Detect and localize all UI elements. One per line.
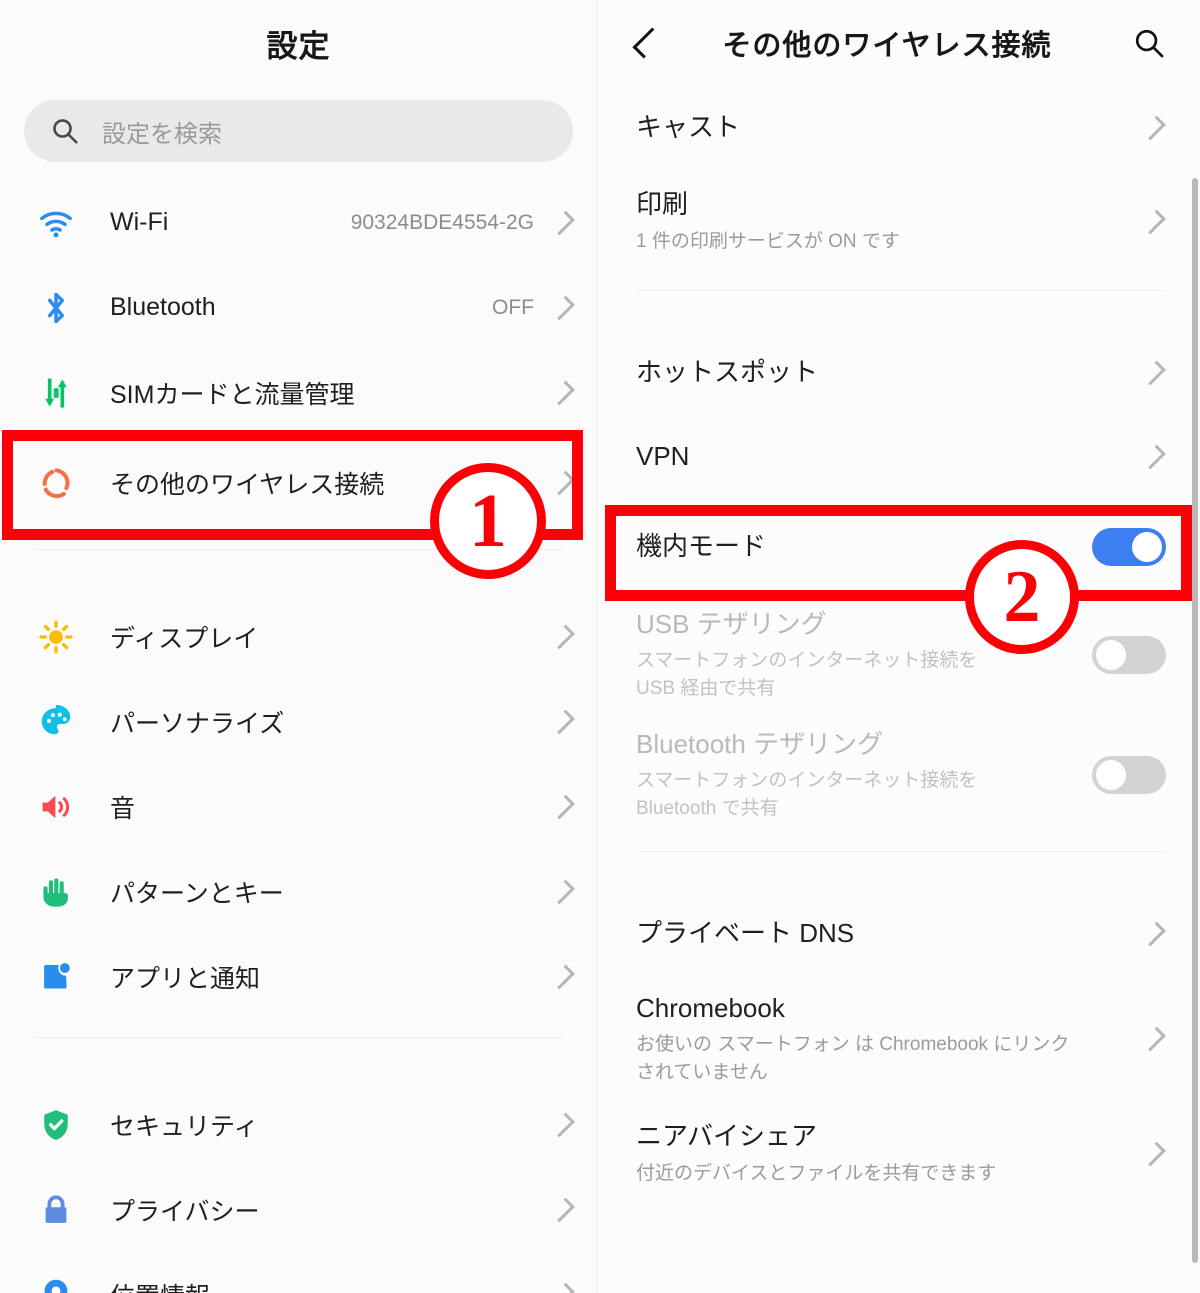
sidebar-item-privacy[interactable]: プライバシー	[0, 1167, 597, 1252]
list-item-bluetooth-tethering: Bluetooth テザリング スマートフォンのインターネット接続を Bluet…	[598, 715, 1200, 835]
other-wireless-connections-panel: その他のワイヤレス接続 キャスト 印刷 1 件の印刷サービスが ON です ホッ…	[597, 0, 1200, 1293]
bluetooth-state: OFF	[492, 295, 534, 319]
location-pin-icon	[34, 1273, 78, 1293]
search-input-placeholder[interactable]: 設定を検索	[102, 114, 222, 149]
list-item-title: Chromebook	[636, 992, 785, 1023]
pattern-key-hand-icon	[34, 870, 78, 914]
sidebar-item-display[interactable]: ディスプレイ	[0, 594, 597, 679]
sidebar-item-label: Bluetooth	[110, 293, 216, 321]
list-item-nearby-share[interactable]: ニアバイシェア 付近のデバイスとファイルを共有できます	[598, 1102, 1200, 1206]
list-item-private-dns[interactable]: プライベート DNS	[598, 892, 1200, 976]
page-title: 設定	[266, 28, 331, 64]
list-item-usb-tethering: USB テザリング スマートフォンのインターネット接続を USB 経由で共有	[598, 595, 1200, 715]
annotation-step-badge-1: 1	[430, 463, 546, 579]
usb-tethering-toggle	[1092, 636, 1166, 674]
sidebar-item-security[interactable]: セキュリティ	[0, 1082, 597, 1167]
display-brightness-icon	[34, 615, 78, 659]
chevron-right-icon	[550, 210, 575, 235]
toggle-knob	[1096, 640, 1126, 670]
tutorial-screenshot: 設定 設定を検索 Wi-Fi 90324BDE4554-2G Bluetooth…	[0, 0, 1200, 1293]
list-item-subtitle: 1 件の印刷サービスが ON です	[636, 231, 900, 253]
list-item-subtitle: 付近のデバイスとファイルを共有できます	[636, 1163, 997, 1185]
sidebar-item-apps-notifications[interactable]: アプリと通知	[0, 934, 597, 1019]
list-item-subtitle: スマートフォンのインターネット接続を Bluetooth で共有	[636, 770, 978, 819]
list-item-vpn[interactable]: VPN	[598, 415, 1200, 499]
sidebar-item-sound[interactable]: 音	[0, 764, 597, 849]
list-item-chromebook[interactable]: Chromebook お使いの スマートフォン は Chromebook にリン…	[598, 976, 1200, 1102]
chevron-right-icon	[550, 295, 575, 320]
sidebar-item-label: ディスプレイ	[110, 624, 259, 653]
sidebar-item-label: セキュリティ	[110, 1112, 259, 1141]
sim-data-icon	[34, 371, 78, 415]
sidebar-item-label: アプリと通知	[110, 964, 261, 993]
search-icon[interactable]	[1132, 26, 1166, 60]
apps-notifications-icon	[34, 955, 78, 999]
sidebar-item-wifi[interactable]: Wi-Fi 90324BDE4554-2G	[0, 180, 597, 265]
detail-page-title: その他のワイヤレス接続	[722, 30, 1052, 62]
sidebar-item-bluetooth[interactable]: Bluetooth OFF	[0, 265, 597, 350]
sidebar-item-sim[interactable]: SIMカードと流量管理	[0, 350, 597, 435]
sidebar-item-label: SIMカードと流量管理	[110, 380, 355, 409]
section-divider	[636, 290, 1166, 291]
detail-header: その他のワイヤレス接続	[598, 0, 1200, 86]
sidebar-item-label: パターンとキー	[110, 879, 284, 908]
sidebar-item-personalize[interactable]: パーソナライズ	[0, 679, 597, 764]
toggle-knob	[1096, 760, 1126, 790]
list-item-print[interactable]: 印刷 1 件の印刷サービスが ON です	[598, 170, 1200, 274]
list-item-title: 印刷	[636, 189, 689, 220]
list-item-hotspot[interactable]: ホットスポット	[598, 331, 1200, 415]
privacy-lock-icon	[34, 1188, 78, 1232]
settings-header: 設定	[0, 0, 597, 86]
search-settings-bar[interactable]: 設定を検索	[24, 100, 573, 162]
sound-speaker-icon	[34, 785, 78, 829]
section-divider	[34, 1037, 563, 1038]
sidebar-item-label: プライバシー	[110, 1197, 260, 1226]
wifi-network-name: 90324BDE4554-2G	[350, 210, 534, 234]
sidebar-item-location[interactable]: 位置情報	[0, 1252, 597, 1293]
sidebar-item-label: Wi-Fi	[110, 208, 169, 236]
wifi-icon	[34, 201, 78, 245]
list-item-title: Bluetooth テザリング	[636, 728, 884, 759]
sidebar-item-label: パーソナライズ	[110, 709, 285, 738]
sidebar-item-label: 位置情報	[110, 1277, 556, 1293]
annotation-highlight-box-step-2	[605, 505, 1192, 601]
list-item-subtitle: お使いの スマートフォン は Chromebook にリンク されていません	[636, 1034, 1070, 1083]
annotation-step-badge-2: 2	[965, 540, 1079, 654]
list-item-title: プライベート DNS	[636, 918, 855, 949]
search-icon	[50, 116, 80, 146]
bluetooth-tethering-toggle	[1092, 756, 1166, 794]
list-item-title: VPN	[636, 441, 690, 472]
list-item-title: ニアバイシェア	[636, 1121, 817, 1152]
section-divider	[636, 851, 1166, 852]
sidebar-item-label: 音	[110, 794, 136, 823]
security-shield-icon	[34, 1103, 78, 1147]
list-item-subtitle: スマートフォンのインターネット接続を USB 経由で共有	[636, 650, 978, 699]
list-item-title: キャスト	[636, 112, 741, 143]
personalize-palette-icon	[34, 700, 78, 744]
list-item-cast[interactable]: キャスト	[598, 86, 1200, 170]
bluetooth-icon	[34, 286, 78, 330]
list-item-title: ホットスポット	[636, 357, 819, 388]
settings-panel: 設定 設定を検索 Wi-Fi 90324BDE4554-2G Bluetooth…	[0, 0, 597, 1293]
sidebar-item-pattern-key[interactable]: パターンとキー	[0, 849, 597, 934]
